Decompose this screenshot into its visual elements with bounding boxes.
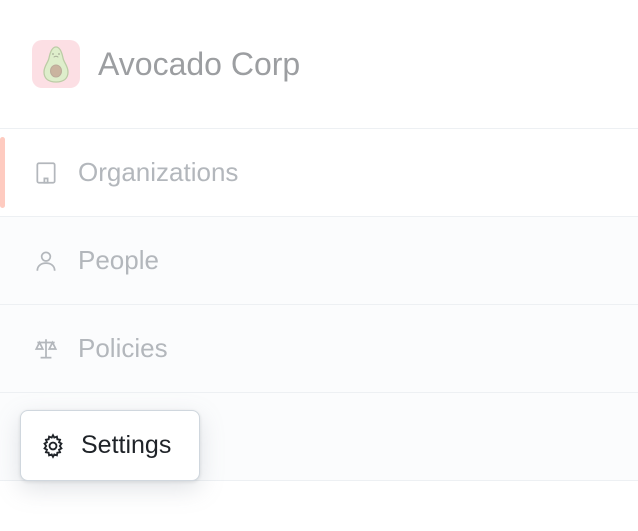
- law-icon: [32, 335, 60, 363]
- gear-icon: [39, 432, 67, 460]
- nav-item-policies[interactable]: Policies: [0, 305, 638, 393]
- nav-item-organizations[interactable]: Organizations: [0, 129, 638, 217]
- nav-item-label: People: [78, 245, 159, 276]
- avocado-icon: [39, 44, 73, 84]
- organization-icon: [32, 159, 60, 187]
- sidebar-header: Avocado Corp: [0, 0, 638, 128]
- popout-label: Settings: [81, 431, 171, 460]
- settings-popout[interactable]: Settings: [20, 410, 200, 481]
- org-avatar: [32, 40, 80, 88]
- person-icon: [32, 247, 60, 275]
- nav-item-label: Organizations: [78, 157, 238, 188]
- nav-item-label: Policies: [78, 333, 168, 364]
- org-title: Avocado Corp: [98, 46, 300, 83]
- nav-item-people[interactable]: People: [0, 217, 638, 305]
